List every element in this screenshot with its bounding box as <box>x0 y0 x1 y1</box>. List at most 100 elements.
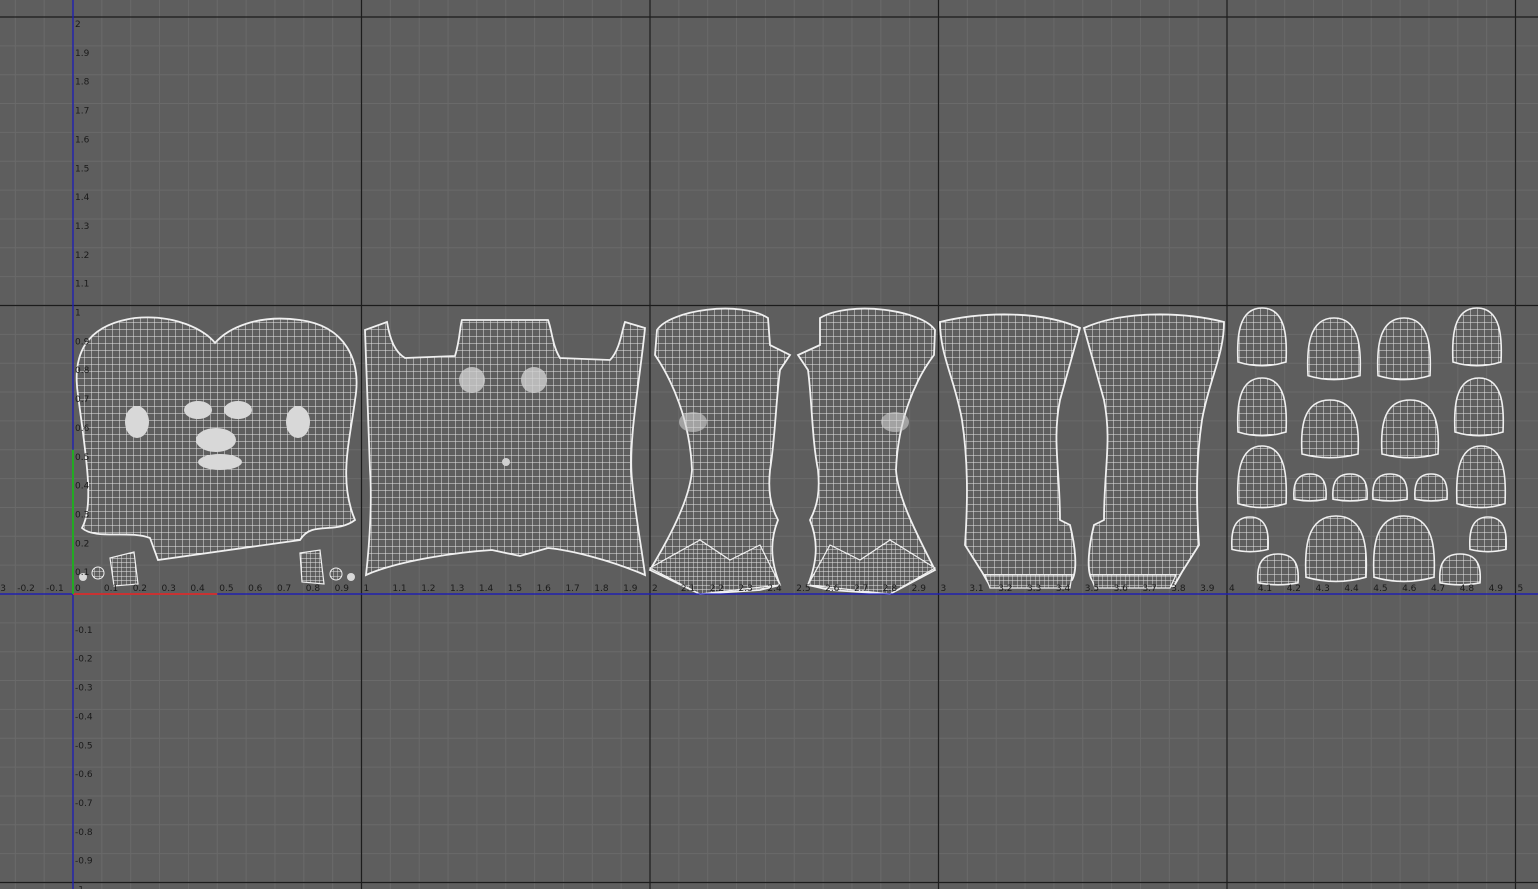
v-tick-label: 0.8 <box>75 366 90 376</box>
u-tick-label: 0 <box>75 584 81 594</box>
uv-grid-canvas[interactable]: -0.3 -0.2 -0.1 0 0.1 0.2 0.3 0.4 0.5 0.6 0.7 0.8 0.9… <box>0 0 1538 889</box>
u-tick-label: 3.1 <box>969 584 983 594</box>
u-tick-label: 0.4 <box>190 584 205 594</box>
v-tick-label: 1.5 <box>75 164 89 174</box>
uv-shell-torso[interactable] <box>364 319 647 577</box>
v-tick-label: 1.8 <box>75 78 90 88</box>
u-tick-label: 0.6 <box>248 584 263 594</box>
nail-uv-shell <box>1453 377 1505 437</box>
v-tick-label: 1.9 <box>75 49 90 59</box>
u-tick-label: 0.5 <box>219 584 233 594</box>
v-tick-label: 1.6 <box>75 135 90 145</box>
u-tick-label: 4.6 <box>1402 584 1417 594</box>
u-tick-label: 3.5 <box>1085 584 1099 594</box>
u-tick-label: 1.3 <box>450 584 464 594</box>
nail-uv-shell <box>1304 515 1368 583</box>
u-tick-label: 5 <box>1518 584 1524 594</box>
u-tick-label: 1.2 <box>421 584 435 594</box>
nail-uv-shell <box>1451 307 1503 367</box>
u-tick-label: 1 <box>364 584 370 594</box>
nail-uv-shell <box>1414 473 1448 502</box>
u-tick-label: 1.7 <box>565 584 579 594</box>
v-tick-label: 1.1 <box>75 280 89 290</box>
u-tick-label: 1.6 <box>537 584 552 594</box>
uv-shell-arms[interactable] <box>648 307 937 595</box>
v-tick-label: 0.3 <box>75 510 89 520</box>
u-tick-label: -0.3 <box>0 584 6 594</box>
v-tick-label: 0.5 <box>75 453 89 463</box>
u-tick-label: 2.8 <box>883 584 898 594</box>
v-tick-label: -0.7 <box>75 799 93 809</box>
u-tick-label: 4.4 <box>1344 584 1359 594</box>
u-tick-label: 4.7 <box>1431 584 1445 594</box>
nail-uv-shell <box>1468 516 1508 553</box>
v-tick-label: 0.7 <box>75 395 89 405</box>
nail-uv-shell <box>1371 473 1409 502</box>
u-tick-label: 0.7 <box>277 584 291 594</box>
u-tick-label: 2.3 <box>739 584 753 594</box>
uv-shell-nails[interactable] <box>1230 307 1508 586</box>
v-tick-label: 0.2 <box>75 539 89 549</box>
u-tick-label: 1.8 <box>594 584 609 594</box>
v-tick-label: -0.8 <box>75 828 93 838</box>
u-tick-label: 4 <box>1229 584 1235 594</box>
u-tick-label: 1.9 <box>623 584 638 594</box>
uv-shell-legs[interactable] <box>939 313 1225 589</box>
u-tick-label: 1.1 <box>392 584 406 594</box>
u-tick-label: 2.1 <box>681 584 695 594</box>
u-tick-label: 4.1 <box>1258 584 1272 594</box>
v-tick-label: -0.5 <box>75 741 93 751</box>
uv-editor-viewport[interactable]: -0.3 -0.2 -0.1 0 0.1 0.2 0.3 0.4 0.5 0.6 0.7 0.8 0.9… <box>0 0 1538 889</box>
nail-uv-shell <box>1300 399 1360 459</box>
u-tick-label: 4.5 <box>1373 584 1387 594</box>
v-tick-label: 1.2 <box>75 251 89 261</box>
v-tick-label: 1.3 <box>75 222 89 232</box>
u-tick-label: 2.2 <box>710 584 724 594</box>
u-tick-label: 4.8 <box>1460 584 1475 594</box>
uv-shell-head[interactable] <box>75 316 358 587</box>
u-tick-label: 3.6 <box>1114 584 1129 594</box>
nail-uv-shell <box>1236 307 1288 367</box>
u-tick-label: 3.2 <box>998 584 1012 594</box>
u-tick-label: 0.9 <box>335 584 350 594</box>
u-tick-label: 0.3 <box>162 584 176 594</box>
v-tick-label: -0.4 <box>75 712 93 722</box>
u-tick-label: 1.4 <box>479 584 494 594</box>
nail-uv-shell <box>1376 317 1432 381</box>
u-tick-label: 2 <box>652 584 658 594</box>
u-tick-label: 3 <box>941 584 947 594</box>
nail-uv-shell <box>1236 377 1288 437</box>
v-tick-label: 1 <box>75 309 81 319</box>
v-tick-label: -1 <box>75 886 84 889</box>
u-tick-label: 2.9 <box>912 584 927 594</box>
v-tick-label: -0.6 <box>75 770 93 780</box>
u-tick-label: 2.5 <box>796 584 810 594</box>
u-tick-label: 0.2 <box>133 584 147 594</box>
v-tick-label: 0.4 <box>75 482 90 492</box>
nail-uv-shell <box>1438 553 1482 586</box>
u-tick-label: 2.7 <box>854 584 868 594</box>
v-tick-label: -0.9 <box>75 857 93 867</box>
v-tick-label: 2 <box>75 20 81 30</box>
v-tick-label: -0.2 <box>75 655 93 665</box>
v-tick-label: 1.4 <box>75 193 90 203</box>
u-tick-label: 4.3 <box>1316 584 1330 594</box>
u-tick-label: 3.8 <box>1171 584 1186 594</box>
u-tick-label: -0.2 <box>17 584 35 594</box>
v-tick-label: 0.6 <box>75 424 90 434</box>
v-tick-label: 0.9 <box>75 337 90 347</box>
v-tick-label: 0.1 <box>75 568 89 578</box>
u-tick-label: 0.8 <box>306 584 321 594</box>
nail-uv-shell <box>1236 445 1288 509</box>
u-tick-label: 3.9 <box>1200 584 1215 594</box>
u-tick-label: 3.7 <box>1142 584 1156 594</box>
v-tick-label: -0.3 <box>75 684 93 694</box>
u-tick-label: 2.4 <box>767 584 782 594</box>
v-tick-label: 1.7 <box>75 107 89 117</box>
nail-uv-shell <box>1293 473 1327 502</box>
nail-uv-shell <box>1306 317 1362 381</box>
nail-uv-shell <box>1455 445 1507 509</box>
u-tick-label: 1.5 <box>508 584 522 594</box>
u-tick-label: 0.1 <box>104 584 118 594</box>
uv-shells <box>75 307 1508 595</box>
